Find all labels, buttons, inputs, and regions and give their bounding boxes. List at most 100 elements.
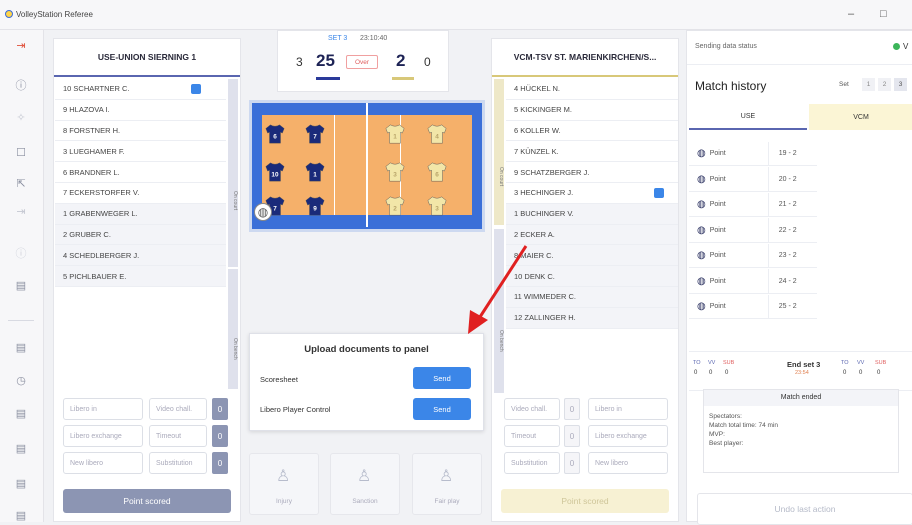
home-player-row[interactable]: 7 ECKERSTORFER V. bbox=[55, 183, 226, 204]
player-name: 4 SCHEDLBERGER J. bbox=[63, 250, 140, 260]
player-name: 7 KÜNZEL K. bbox=[514, 146, 559, 156]
injury-button[interactable]: ♙ Injury bbox=[249, 453, 319, 515]
substitution-button[interactable]: Substitution bbox=[149, 452, 207, 474]
home-jersey-icon[interactable]: 1 bbox=[304, 161, 326, 183]
history-label: Point bbox=[709, 303, 726, 310]
svg-text:6: 6 bbox=[273, 134, 277, 141]
status-dot-icon bbox=[893, 43, 900, 50]
libero-in-button[interactable]: Libero in bbox=[63, 398, 143, 420]
away-player-row[interactable]: 6 KOLLER W. bbox=[506, 121, 678, 142]
minimize-button[interactable]: – bbox=[848, 8, 854, 20]
svg-text:6: 6 bbox=[435, 172, 439, 179]
history-row: ◍ Point 25 - 2 bbox=[689, 294, 817, 319]
stop-icon[interactable]: ☐ bbox=[14, 145, 28, 159]
set-tab-2[interactable]: 2 bbox=[878, 78, 891, 91]
set-tab-1[interactable]: 1 bbox=[862, 78, 875, 91]
history-divider bbox=[767, 192, 769, 217]
print-icon[interactable]: ▤ bbox=[14, 476, 28, 490]
home-to-value: 0 bbox=[694, 370, 698, 376]
away-timeout-count: 0 bbox=[564, 425, 580, 447]
away-jersey-icon[interactable]: 3 bbox=[426, 195, 448, 217]
info-icon[interactable]: ⓘ bbox=[14, 78, 28, 92]
away-point-scored-button[interactable]: Point scored bbox=[501, 489, 669, 513]
sending-status-label: Sending data status bbox=[695, 43, 757, 50]
away-timeout-button[interactable]: Timeout bbox=[504, 425, 560, 447]
away-vv-label: VV bbox=[857, 360, 865, 366]
home-point-scored-button[interactable]: Point scored bbox=[63, 489, 231, 513]
home-jersey-icon[interactable]: 10 bbox=[264, 161, 286, 183]
exit-icon[interactable]: ⇥ bbox=[14, 38, 28, 52]
doc-icon[interactable]: ▤ bbox=[14, 508, 28, 522]
sanction-button[interactable]: ♙ Sanction bbox=[330, 453, 400, 515]
video-challenge-button[interactable]: Video chall. bbox=[149, 398, 207, 420]
timeout-button[interactable]: Timeout bbox=[149, 425, 207, 447]
send-scoresheet-button[interactable]: Send bbox=[413, 367, 471, 389]
libero-exchange-button[interactable]: Libero exchange bbox=[63, 425, 143, 447]
tab-home-history[interactable]: USE bbox=[689, 104, 807, 130]
home-jersey-icon[interactable]: 9 bbox=[304, 195, 326, 217]
home-player-row[interactable]: 6 BRANDNER L. bbox=[55, 162, 226, 183]
settings-icon[interactable]: ✧ bbox=[14, 110, 28, 124]
tab-away-history[interactable]: VCM bbox=[809, 104, 912, 130]
match-history-title: Match history bbox=[695, 79, 767, 93]
player-name: 5 PICHLBAUER E. bbox=[63, 271, 127, 281]
player-name: 4 HÜCKEL N. bbox=[514, 84, 560, 94]
home-player-row[interactable]: 5 PICHLBAUER E. bbox=[55, 266, 226, 287]
best-player-label: Best player: bbox=[709, 440, 744, 447]
away-new-libero-button[interactable]: New libero bbox=[588, 452, 668, 474]
export-icon[interactable]: ⇱ bbox=[14, 176, 28, 190]
away-player-row[interactable]: 7 KÜNZEL K. bbox=[506, 141, 678, 163]
sheet-icon[interactable]: ▤ bbox=[14, 406, 28, 420]
away-player-row[interactable]: 1 BUCHINGER V. bbox=[506, 203, 678, 225]
away-jersey-icon[interactable]: 6 bbox=[426, 161, 448, 183]
away-jersey-icon[interactable]: 1 bbox=[384, 123, 406, 145]
import-icon[interactable]: ⇥ bbox=[14, 204, 28, 218]
away-libero-exchange-button[interactable]: Libero exchange bbox=[588, 425, 668, 447]
end-set-time: 23:54 bbox=[795, 370, 809, 376]
new-libero-button[interactable]: New libero bbox=[63, 452, 143, 474]
home-player-row[interactable]: 10 SCHARTNER C. bbox=[55, 79, 226, 100]
timer-icon[interactable]: ◷ bbox=[14, 373, 28, 387]
mvp-label: MVP: bbox=[709, 431, 725, 438]
away-jersey-icon[interactable]: 2 bbox=[384, 195, 406, 217]
player-name: 8 FORSTNER H. bbox=[63, 125, 121, 135]
home-player-row[interactable]: 9 HLAZOVA I. bbox=[55, 100, 226, 121]
set-tab-3[interactable]: 3 bbox=[894, 78, 907, 91]
svg-text:1: 1 bbox=[393, 134, 397, 141]
list-icon[interactable]: ▤ bbox=[14, 340, 28, 354]
volleyball-serve-icon: ◍ bbox=[254, 203, 272, 221]
home-on-bench-tab: On bench bbox=[228, 269, 238, 389]
captain-badge-icon bbox=[654, 188, 664, 198]
fair-play-button[interactable]: ♙ Fair play bbox=[412, 453, 482, 515]
away-libero-in-button[interactable]: Libero in bbox=[588, 398, 668, 420]
maximize-button[interactable]: □ bbox=[880, 8, 887, 20]
away-video-challenge-button[interactable]: Video chall. bbox=[504, 398, 560, 420]
away-player-row[interactable]: 4 HÜCKEL N. bbox=[506, 79, 678, 100]
home-jersey-icon[interactable]: 7 bbox=[304, 123, 326, 145]
away-jersey-icon[interactable]: 3 bbox=[384, 161, 406, 183]
player-name: 3 HECHINGER J. bbox=[514, 188, 574, 198]
player-name: 3 LUEGHAMER F. bbox=[63, 146, 125, 156]
libero-control-label: Libero Player Control bbox=[260, 405, 331, 414]
away-substitution-button[interactable]: Substitution bbox=[504, 452, 560, 474]
history-score: 20 - 2 bbox=[778, 175, 797, 183]
document-icon[interactable]: ▤ bbox=[14, 278, 28, 292]
history-row: ◍ Point 22 - 2 bbox=[689, 218, 817, 243]
scoreboard: SET 3 23:10:40 3 25 Over 2 0 bbox=[277, 30, 449, 92]
home-player-row[interactable]: 2 GRUBER C. bbox=[55, 224, 226, 246]
away-player-row[interactable]: 5 KICKINGER M. bbox=[506, 100, 678, 121]
undo-last-action-button[interactable]: Undo last action bbox=[697, 493, 912, 525]
away-jersey-icon[interactable]: 4 bbox=[426, 123, 448, 145]
home-jersey-icon[interactable]: 6 bbox=[264, 123, 286, 145]
home-player-row[interactable]: 3 LUEGHAMER F. bbox=[55, 141, 226, 163]
away-points: 2 bbox=[396, 51, 406, 70]
away-player-row[interactable]: 3 HECHINGER J. bbox=[506, 183, 678, 204]
home-player-row[interactable]: 4 SCHEDLBERGER J. bbox=[55, 245, 226, 267]
report-icon[interactable]: ▤ bbox=[14, 441, 28, 455]
history-label: Point bbox=[709, 201, 726, 208]
send-libero-control-button[interactable]: Send bbox=[413, 398, 471, 420]
home-player-row[interactable]: 1 GRABENWEGER L. bbox=[55, 203, 226, 225]
home-player-row[interactable]: 8 FORSTNER H. bbox=[55, 121, 226, 142]
away-player-row[interactable]: 9 SCHATZBERGER J. bbox=[506, 162, 678, 183]
player-name: 1 GRABENWEGER L. bbox=[63, 209, 138, 219]
